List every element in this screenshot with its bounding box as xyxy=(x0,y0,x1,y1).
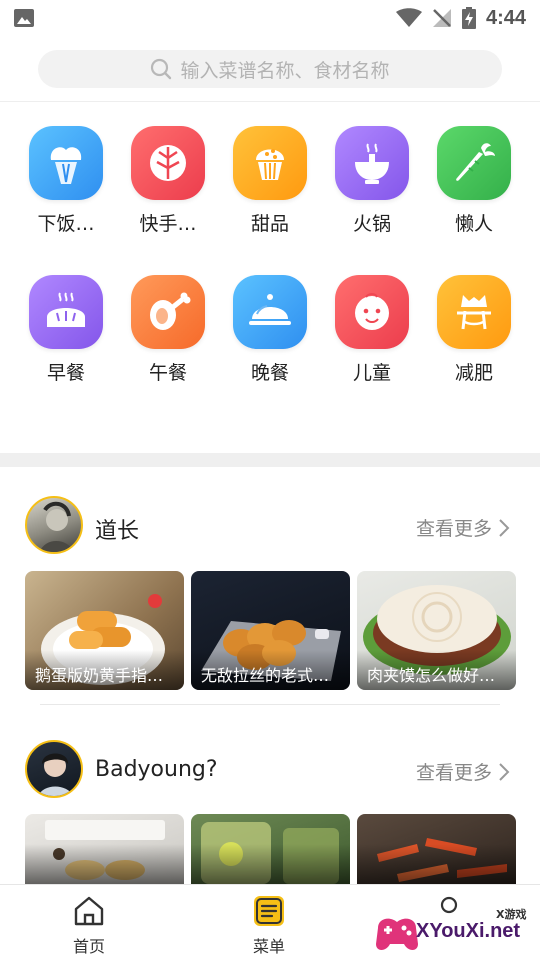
section-divider xyxy=(0,453,540,467)
divider xyxy=(40,704,500,705)
carrot-icon xyxy=(437,126,511,200)
category-zaocan[interactable]: 早餐 xyxy=(16,275,116,385)
cloche-icon xyxy=(233,275,307,349)
category-label: 甜品 xyxy=(250,213,289,235)
tab-label: 首页 xyxy=(72,937,105,956)
category-wucan[interactable]: 午餐 xyxy=(118,275,218,385)
rice-bowl-icon xyxy=(29,126,103,200)
chevron-right-icon xyxy=(499,518,510,537)
no-signal-icon xyxy=(432,9,451,27)
tab-label: 菜单 xyxy=(252,937,285,956)
drumstick-icon xyxy=(131,275,205,349)
divider xyxy=(0,101,540,102)
tab-menu[interactable]: 菜单 xyxy=(224,895,314,957)
diet-icon xyxy=(437,275,511,349)
wifi-icon xyxy=(395,8,422,27)
recipe-title: 无敌拉丝的老式… xyxy=(191,650,350,690)
chevron-right-icon xyxy=(499,762,510,781)
category-label: 懒人 xyxy=(454,213,493,235)
category-lanren[interactable]: 懒人 xyxy=(424,126,524,236)
recipe-card[interactable] xyxy=(25,814,184,884)
view-more-label: 查看更多 xyxy=(416,518,493,540)
gamepad-icon xyxy=(376,918,418,950)
recipe-title: 鹅蛋版奶黄手指… xyxy=(25,650,184,690)
category-xiafan[interactable]: 下饭… xyxy=(16,126,116,236)
category-jianfei[interactable]: 减肥 xyxy=(424,275,524,385)
recipe-title: 肉夹馍怎么做好… xyxy=(357,650,516,690)
category-huoguo[interactable]: 火锅 xyxy=(322,126,422,236)
baby-face-icon xyxy=(335,275,409,349)
category-wancan[interactable]: 晚餐 xyxy=(220,275,320,385)
cupcake-icon xyxy=(233,126,307,200)
recipe-card[interactable] xyxy=(357,814,516,884)
leaf-icon xyxy=(131,126,205,200)
recipe-title xyxy=(191,844,350,884)
recipe-title xyxy=(357,844,516,884)
search-icon xyxy=(151,58,172,80)
view-more-label: 查看更多 xyxy=(416,762,493,784)
category-tianpin[interactable]: 甜品 xyxy=(220,126,320,236)
category-label: 减肥 xyxy=(454,362,493,384)
tab-home[interactable]: 首页 xyxy=(44,895,134,957)
bread-icon xyxy=(29,275,103,349)
category-label: 儿童 xyxy=(352,362,391,384)
category-ertong[interactable]: 儿童 xyxy=(322,275,422,385)
author-name[interactable]: 道长 xyxy=(95,513,139,545)
category-label: 火锅 xyxy=(352,213,391,235)
category-label: 午餐 xyxy=(148,362,187,384)
category-label: 下饭… xyxy=(37,213,95,235)
clock: 4:44 xyxy=(485,6,526,29)
menu-list-icon xyxy=(254,896,284,926)
watermark-brand: XYouXi.net xyxy=(416,920,521,942)
image-notification-icon xyxy=(14,9,34,27)
view-more-link[interactable]: 查看更多 xyxy=(416,514,510,541)
view-more-link[interactable]: 查看更多 xyxy=(416,758,510,785)
category-label: 早餐 xyxy=(46,362,85,384)
recipe-title xyxy=(25,844,184,884)
hotpot-icon xyxy=(335,126,409,200)
recipe-card[interactable]: 无敌拉丝的老式… xyxy=(191,571,350,690)
status-bar: 4:44 xyxy=(0,0,540,36)
avatar[interactable] xyxy=(25,740,83,798)
category-label: 快手… xyxy=(139,213,197,235)
watermark-logo: X游戏 XYouXi.net xyxy=(372,896,534,956)
recipe-card[interactable]: 肉夹馍怎么做好… xyxy=(357,571,516,690)
home-icon xyxy=(74,896,104,926)
avatar[interactable] xyxy=(25,496,83,554)
search-placeholder: 输入菜谱名称、食材名称 xyxy=(180,59,390,82)
category-label: 晚餐 xyxy=(250,362,289,384)
recipe-card[interactable] xyxy=(191,814,350,884)
recipe-card[interactable]: 鹅蛋版奶黄手指… xyxy=(25,571,184,690)
search-input[interactable]: 输入菜谱名称、食材名称 xyxy=(38,50,502,88)
category-kuaishou[interactable]: 快手… xyxy=(118,126,218,236)
battery-charging-icon xyxy=(461,7,476,29)
author-name[interactable]: Badyoung? xyxy=(95,757,218,782)
